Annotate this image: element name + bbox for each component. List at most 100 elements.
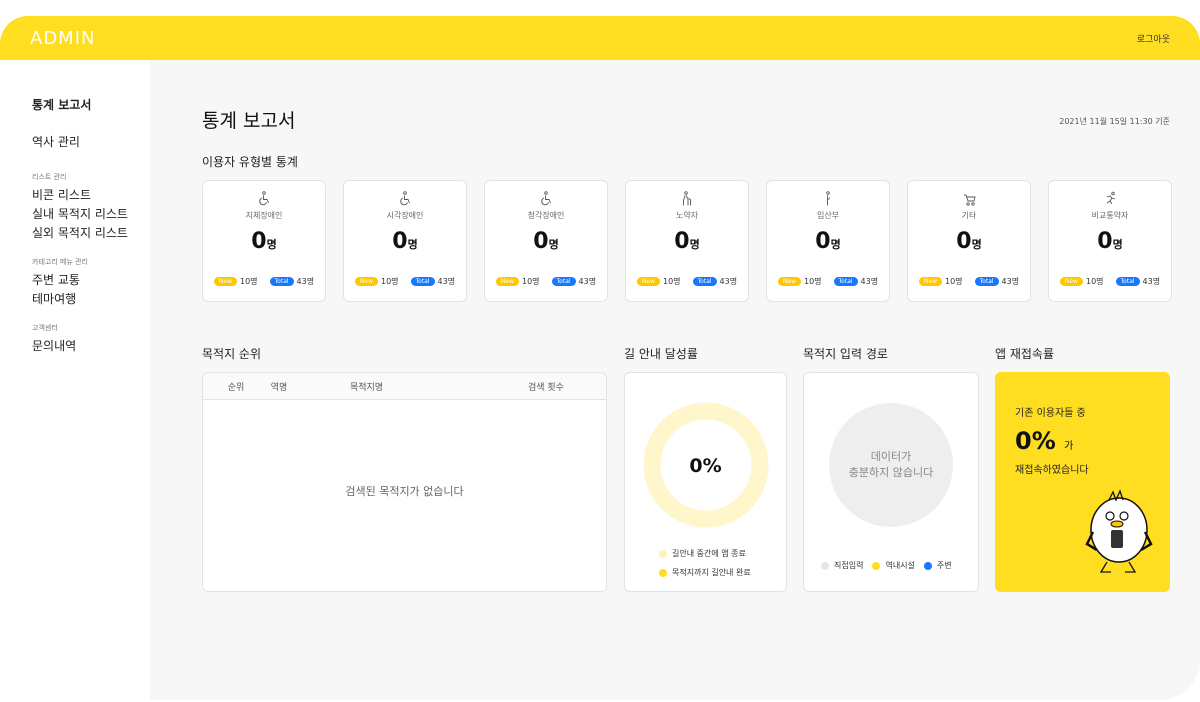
retention-line2: 재접속하였습니다 bbox=[1015, 465, 1089, 476]
timestamp: 2021년 11월 15일 11:30 기준 bbox=[1059, 117, 1170, 126]
total-badge: Total bbox=[692, 277, 717, 286]
guide-rate-title: 길 안내 달성률 bbox=[624, 347, 698, 361]
stat-card: 청각장애인 0명 New 10명 Total 43명 bbox=[484, 180, 608, 302]
stat-value: 0명 bbox=[251, 229, 277, 254]
stat-value: 0명 bbox=[815, 229, 841, 254]
new-badge: New bbox=[213, 277, 237, 286]
legend-dot bbox=[821, 561, 829, 570]
stat-label: 지체장애인 bbox=[245, 211, 283, 220]
stat-card: 임산부 0명 New 10명 Total 43명 bbox=[766, 180, 890, 302]
new-badge: New bbox=[918, 277, 942, 286]
mascot-illustration bbox=[1085, 489, 1153, 573]
sidebar-item-stats[interactable]: 통계 보고서 bbox=[32, 96, 150, 115]
legend-item: 직접입력 bbox=[821, 560, 863, 571]
legend-dot bbox=[659, 549, 667, 558]
guide-rate-panel: 0% 길안내 중간에 앱 종료 목적지까지 길안내 완료 bbox=[624, 372, 787, 592]
new-badge: New bbox=[636, 277, 660, 286]
total-badge: Total bbox=[410, 277, 435, 286]
new-badge: New bbox=[1059, 277, 1083, 286]
stat-value: 0명 bbox=[392, 229, 418, 254]
stat-card: 비교통약자 0명 New 10명 Total 43명 bbox=[1048, 180, 1172, 302]
stat-value: 0명 bbox=[1097, 229, 1123, 254]
sidebar-group-support: 고객센터 bbox=[32, 324, 58, 332]
table-header: 순위 역명 목적지명 검색 횟수 bbox=[203, 373, 606, 400]
stat-badges: New 10명 Total 43명 bbox=[344, 276, 466, 287]
sidebar-item-beacon[interactable]: 비콘 리스트 bbox=[32, 186, 150, 205]
stat-badges: New 10명 Total 43명 bbox=[1049, 276, 1171, 287]
stat-card: 기타 0명 New 10명 Total 43명 bbox=[907, 180, 1031, 302]
legend-item: 역내시설 bbox=[872, 560, 915, 571]
total-badge: Total bbox=[551, 277, 576, 286]
sidebar-item-transport[interactable]: 주변 교통 bbox=[32, 271, 150, 290]
col-search-count[interactable]: 검색 횟수 bbox=[444, 380, 564, 393]
legend-dot bbox=[923, 561, 932, 570]
route-legend: 직접입력 역내시설 주변 bbox=[821, 560, 952, 579]
stat-badges: New 10명 Total 43명 bbox=[203, 276, 325, 287]
new-badge: New bbox=[777, 277, 801, 286]
stat-label: 시각장애인 bbox=[386, 211, 424, 220]
total-badge: Total bbox=[1115, 277, 1140, 286]
stat-value: 0명 bbox=[674, 229, 700, 254]
wheelchair-icon bbox=[485, 191, 607, 209]
sidebar-group-category: 카테고리 메뉴 관리 bbox=[32, 258, 88, 266]
legend-item: 주변 bbox=[923, 560, 952, 571]
logout-button[interactable]: 로그아웃 bbox=[1137, 32, 1170, 45]
empty-message: 검색된 목적지가 없습니다 bbox=[345, 485, 464, 498]
retention-value: 0% 가 bbox=[1015, 427, 1074, 455]
user-stats-title: 이용자 유형별 통계 bbox=[202, 155, 298, 169]
sidebar-group-list: 리스트 관리 bbox=[32, 173, 67, 181]
col-rank[interactable]: 순위 bbox=[203, 380, 269, 393]
running-person-icon bbox=[1049, 191, 1171, 209]
total-badge: Total bbox=[974, 277, 999, 286]
stroller-icon bbox=[908, 191, 1030, 209]
stat-card: 노약자 0명 New 10명 Total 43명 bbox=[625, 180, 749, 302]
donut-value: 0% bbox=[689, 455, 722, 477]
logo[interactable]: ADMIN bbox=[30, 28, 95, 49]
new-badge: New bbox=[495, 277, 519, 286]
stat-label: 청각장애인 bbox=[527, 211, 565, 220]
sidebar-item-history[interactable]: 역사 관리 bbox=[32, 133, 150, 152]
page-title: 통계 보고서 bbox=[202, 110, 296, 132]
col-destination[interactable]: 목적지명 bbox=[289, 380, 444, 393]
ranking-table: 순위 역명 목적지명 검색 횟수 검색된 목적지가 없습니다 bbox=[202, 372, 607, 592]
wheelchair-icon bbox=[203, 191, 325, 209]
stat-label: 노약자 bbox=[675, 211, 699, 220]
pregnant-icon bbox=[767, 191, 889, 209]
retention-line1: 기존 이용자들 중 bbox=[1015, 408, 1086, 419]
legend-dot bbox=[659, 568, 667, 577]
main-content: 통계 보고서 2021년 11월 15일 11:30 기준 이용자 유형별 통계… bbox=[150, 60, 1200, 700]
wheelchair-icon bbox=[344, 191, 466, 209]
ranking-title: 목적지 순위 bbox=[202, 347, 262, 361]
guide-legend: 길안내 중간에 앱 종료 목적지까지 길안내 완료 bbox=[659, 548, 751, 586]
legend-dot bbox=[872, 561, 881, 570]
input-route-title: 목적지 입력 경로 bbox=[803, 347, 888, 361]
empty-pie: 데이터가 충분하지 않습니다 bbox=[829, 403, 953, 527]
stat-label: 기타 bbox=[961, 211, 977, 220]
retention-card: 기존 이용자들 중 0% 가 재접속하였습니다 bbox=[995, 372, 1170, 592]
app-frame: ADMIN 로그아웃 통계 보고서 역사 관리 리스트 관리 비콘 리스트 실내… bbox=[0, 16, 1200, 700]
stat-badges: New 10명 Total 43명 bbox=[767, 276, 889, 287]
new-badge: New bbox=[354, 277, 378, 286]
sidebar-item-theme[interactable]: 테마여행 bbox=[32, 290, 150, 309]
stat-card: 시각장애인 0명 New 10명 Total 43명 bbox=[343, 180, 467, 302]
sidebar: 통계 보고서 역사 관리 리스트 관리 비콘 리스트 실내 목적지 리스트 실외… bbox=[0, 60, 150, 700]
sidebar-item-indoor[interactable]: 실내 목적지 리스트 bbox=[32, 205, 150, 224]
stat-value: 0명 bbox=[956, 229, 982, 254]
elderly-icon bbox=[626, 191, 748, 209]
total-badge: Total bbox=[269, 277, 294, 286]
stat-badges: New 10명 Total 43명 bbox=[485, 276, 607, 287]
stat-value: 0명 bbox=[533, 229, 559, 254]
stat-label: 임산부 bbox=[816, 211, 840, 220]
stat-label: 비교통약자 bbox=[1091, 211, 1129, 220]
stat-badges: New 10명 Total 43명 bbox=[908, 276, 1030, 287]
sidebar-item-inquiry[interactable]: 문의내역 bbox=[32, 337, 150, 356]
sidebar-item-outdoor[interactable]: 실외 목적지 리스트 bbox=[32, 224, 150, 243]
input-route-panel: 데이터가 충분하지 않습니다 직접입력 역내시설 주변 bbox=[803, 372, 979, 592]
top-bar: ADMIN 로그아웃 bbox=[0, 16, 1200, 60]
stat-card: 지체장애인 0명 New 10명 Total 43명 bbox=[202, 180, 326, 302]
col-station[interactable]: 역명 bbox=[269, 380, 289, 393]
legend-item: 목적지까지 길안내 완료 bbox=[659, 567, 751, 578]
legend-item: 길안내 중간에 앱 종료 bbox=[659, 548, 751, 559]
total-badge: Total bbox=[833, 277, 858, 286]
retention-title: 앱 재접속률 bbox=[995, 347, 1055, 361]
